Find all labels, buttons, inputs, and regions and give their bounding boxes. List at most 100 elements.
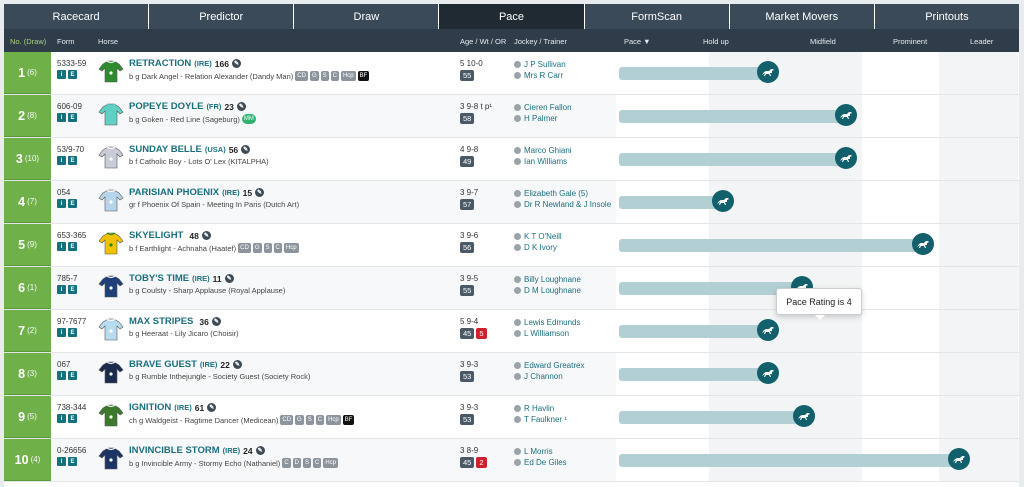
form-info-icon[interactable]: i [57,70,66,79]
pace-marker-icon[interactable] [793,405,815,427]
tab-market-movers[interactable]: Market Movers [730,4,875,29]
form-expand-icon[interactable]: E [68,199,77,208]
horse-name-line[interactable]: RETRACTION (IRE) 166 ✎ [129,58,241,69]
comment-icon[interactable]: ✎ [231,59,241,68]
pace-marker-icon[interactable] [757,362,779,384]
trainer[interactable]: D K Ivory [514,243,557,252]
trainer[interactable]: Ian Williams [514,157,567,166]
jockey-name[interactable]: Elizabeth Gale (5) [524,189,588,198]
form-expand-icon[interactable]: E [68,242,77,251]
jockey-name[interactable]: Cieren Fallon [524,103,572,112]
horse-name-line[interactable]: MAX STRIPES 36 ✎ [129,316,221,327]
runner-row[interactable]: 10 (4) 0-26656 i E INVINCIBLE STORM (IRE… [4,439,1019,482]
comment-icon[interactable]: ✎ [241,145,251,154]
trainer-name[interactable]: T Faulkner ¹ [524,415,567,424]
horse-name[interactable]: BRAVE GUEST [129,359,197,370]
trainer[interactable]: Dr R Newland & J Insole [514,200,611,209]
jockey[interactable]: Marco Ghiani [514,146,572,155]
tab-racecard[interactable]: Racecard [4,4,150,29]
jockey-name[interactable]: Edward Greatrex [524,361,584,370]
comment-icon[interactable]: ✎ [255,446,265,455]
comment-icon[interactable]: ✎ [236,102,246,111]
horse-name-line[interactable]: INVINCIBLE STORM (IRE) 24 ✎ [129,445,265,456]
runner-row[interactable]: 5 (9) 653-365 i E SKYELIGHT 48 ✎ b f Ear… [4,224,1019,267]
trainer[interactable]: H Palmer [514,114,557,123]
trainer[interactable]: D M Loughnane [514,286,581,295]
form-info-icon[interactable]: i [57,328,66,337]
pace-marker-icon[interactable] [835,104,857,126]
jockey-name[interactable]: Lewis Edmunds [524,318,580,327]
trainer[interactable]: Mrs R Carr [514,71,563,80]
tab-formscan[interactable]: FormScan [585,4,730,29]
jockey[interactable]: Cieren Fallon [514,103,572,112]
pace-marker-icon[interactable] [757,61,779,83]
pace-marker-icon[interactable] [912,233,934,255]
comment-icon[interactable]: ✎ [207,403,217,412]
form-info-icon[interactable]: i [57,156,66,165]
horse-name-line[interactable]: PARISIAN PHOENIX (IRE) 15 ✎ [129,187,265,198]
trainer-name[interactable]: J Channon [524,372,563,381]
runner-row[interactable]: 4 (7) 054 i E PARISIAN PHOENIX (IRE) 15 … [4,181,1019,224]
trainer-name[interactable]: Dr R Newland & J Insole [524,200,611,209]
horse-name-line[interactable]: SKYELIGHT 48 ✎ [129,230,211,241]
pace-marker-icon[interactable] [835,147,857,169]
horse-name[interactable]: SKYELIGHT [129,230,183,241]
tab-predictor[interactable]: Predictor [149,4,295,29]
form-info-icon[interactable]: i [57,457,66,466]
jockey-name[interactable]: K T O'Neill [524,232,562,241]
pace-marker-icon[interactable] [712,190,734,212]
pace-marker-icon[interactable] [757,319,779,341]
runner-row[interactable]: 6 (1) 785-7 i E TOBY'S TIME (IRE) 11 ✎ b… [4,267,1019,310]
trainer-name[interactable]: Mrs R Carr [524,71,563,80]
jockey[interactable]: Elizabeth Gale (5) [514,189,588,198]
form-info-icon[interactable]: i [57,414,66,423]
horse-name-line[interactable]: IGNITION (IRE) 61 ✎ [129,402,217,413]
horse-name[interactable]: MAX STRIPES [129,316,193,327]
form-info-icon[interactable]: i [57,242,66,251]
col-draw[interactable]: No. (Draw) [10,37,46,46]
runner-row[interactable]: 7 (2) 97-7677 i E MAX STRIPES 36 ✎ b g H… [4,310,1019,353]
horse-name[interactable]: INVINCIBLE STORM [129,445,220,456]
horse-name-line[interactable]: SUNDAY BELLE (USA) 56 ✎ [129,144,251,155]
form-expand-icon[interactable]: E [68,414,77,423]
jockey[interactable]: Billy Loughnane [514,275,581,284]
tab-pace[interactable]: Pace [439,4,585,29]
comment-icon[interactable]: ✎ [224,274,234,283]
form-info-icon[interactable]: i [57,285,66,294]
runner-row[interactable]: 8 (3) 067 i E BRAVE GUEST (IRE) 22 ✎ b g… [4,353,1019,396]
runner-row[interactable]: 3 (10) 53/9-70 i E SUNDAY BELLE (USA) 56… [4,138,1019,181]
jockey[interactable]: Lewis Edmunds [514,318,580,327]
jockey[interactable]: R Havlin [514,404,554,413]
form-info-icon[interactable]: i [57,371,66,380]
comment-icon[interactable]: ✎ [201,231,211,240]
jockey-name[interactable]: Marco Ghiani [524,146,572,155]
form-expand-icon[interactable]: E [68,457,77,466]
trainer[interactable]: L Williamson [514,329,569,338]
form-info-icon[interactable]: i [57,113,66,122]
horse-name[interactable]: IGNITION [129,402,171,413]
jockey[interactable]: L Morris [514,447,553,456]
trainer-name[interactable]: Ed De Giles [524,458,567,467]
runner-row[interactable]: 2 (8) 606-09 i E POPEYE DOYLE (FR) 23 ✎ … [4,95,1019,138]
trainer[interactable]: Ed De Giles [514,458,567,467]
horse-name[interactable]: PARISIAN PHOENIX [129,187,219,198]
trainer-name[interactable]: H Palmer [524,114,557,123]
comment-icon[interactable]: ✎ [255,188,265,197]
jockey[interactable]: K T O'Neill [514,232,562,241]
trainer[interactable]: T Faulkner ¹ [514,415,567,424]
comment-icon[interactable]: ✎ [211,317,221,326]
form-info-icon[interactable]: i [57,199,66,208]
trainer[interactable]: J Channon [514,372,563,381]
horse-name[interactable]: SUNDAY BELLE [129,144,202,155]
trainer-name[interactable]: L Williamson [524,329,569,338]
comment-icon[interactable]: ✎ [232,360,242,369]
jockey[interactable]: Edward Greatrex [514,361,584,370]
trainer-name[interactable]: D M Loughnane [524,286,581,295]
trainer-name[interactable]: Ian Williams [524,157,567,166]
jockey-name[interactable]: R Havlin [524,404,554,413]
form-expand-icon[interactable]: E [68,70,77,79]
horse-name[interactable]: TOBY'S TIME [129,273,189,284]
horse-name-line[interactable]: POPEYE DOYLE (FR) 23 ✎ [129,101,246,112]
pace-marker-icon[interactable] [948,448,970,470]
tab-draw[interactable]: Draw [294,4,440,29]
